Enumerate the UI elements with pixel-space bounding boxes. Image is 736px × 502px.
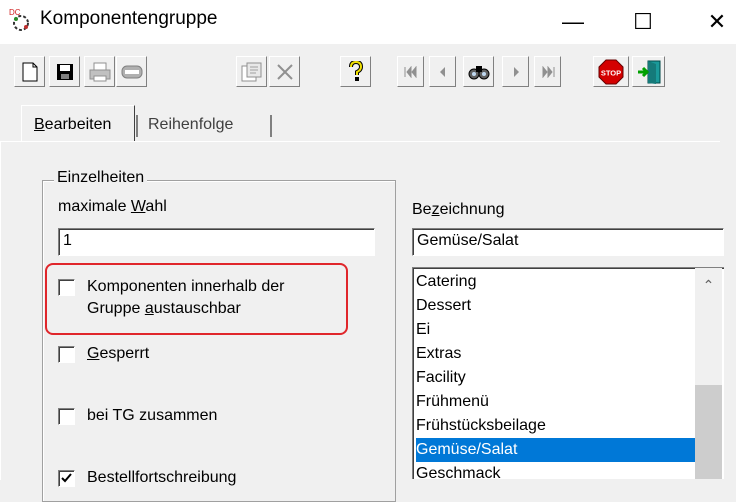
list-item[interactable]: Frühmenü — [416, 390, 696, 414]
tab-reihenfolge[interactable]: Reihenfolge — [148, 116, 233, 134]
list-item[interactable]: Dessert — [416, 294, 696, 318]
exchangeable-label-line2-post: ustauschbar — [153, 300, 241, 317]
details-group-title: Einzelheiten — [54, 169, 148, 187]
max-choice-label-pre: maximale — [58, 198, 131, 215]
properties-icon — [241, 62, 261, 81]
exchangeable-label-line1: Komponenten innerhalb der — [87, 278, 285, 295]
tab-separator-end — [270, 115, 272, 137]
order-continuation-label: Bestellfortschreibung — [87, 469, 237, 486]
description-listbox[interactable]: Catering Dessert Ei Extras Facility Früh… — [412, 267, 724, 479]
app-icon: DC — [9, 8, 29, 31]
exchangeable-checkbox[interactable] — [58, 279, 75, 296]
minimize-button[interactable]: — — [550, 0, 596, 44]
print-icon — [89, 62, 110, 81]
close-button[interactable]: ✕ — [694, 0, 736, 44]
find-icon — [468, 65, 489, 79]
new-document-icon — [22, 62, 37, 81]
title-bar: DC Komponentengruppe — ☐ ✕ — [0, 0, 736, 44]
stop-button[interactable]: STOP — [593, 56, 629, 87]
print-button[interactable] — [84, 56, 115, 87]
list-item[interactable]: Catering — [416, 270, 696, 294]
stop-icon-text: STOP — [601, 68, 621, 77]
list-item-selected[interactable]: Gemüse/Salat — [416, 438, 696, 462]
locked-label-rest: esperrt — [99, 345, 150, 362]
stop-icon: STOP — [598, 59, 624, 84]
first-record-button[interactable] — [397, 56, 424, 87]
save-button[interactable] — [49, 56, 80, 87]
chevron-up-icon: ⌃ — [702, 276, 715, 293]
list-item[interactable]: Facility — [416, 366, 696, 390]
tg-together-checkbox[interactable] — [58, 408, 75, 425]
locked-checkbox[interactable] — [58, 346, 75, 363]
next-record-icon — [513, 66, 519, 77]
scroll-up-button[interactable]: ⌃ — [695, 270, 722, 300]
preview-icon — [121, 65, 142, 78]
description-label-post: eichnung — [439, 201, 505, 218]
exit-button[interactable] — [632, 56, 665, 87]
properties-button[interactable] — [236, 56, 267, 87]
new-button[interactable] — [14, 56, 45, 87]
preview-button[interactable] — [116, 56, 147, 87]
previous-record-icon — [439, 66, 445, 77]
max-choice-label: maximale Wahl — [58, 198, 167, 216]
tab-bearbeiten-label: earbeiten — [44, 116, 112, 133]
description-accesskey: z — [431, 201, 440, 218]
description-label: Bezeichnung — [412, 201, 505, 219]
max-choice-input[interactable]: 1 — [58, 228, 375, 256]
description-input[interactable]: Gemüse/Salat — [412, 228, 724, 256]
previous-record-button[interactable] — [429, 56, 456, 87]
find-button[interactable] — [463, 56, 494, 87]
list-item[interactable]: Extras — [416, 342, 696, 366]
tab-bearbeiten-accesskey: B — [34, 116, 45, 133]
maximize-button[interactable]: ☐ — [620, 0, 666, 44]
list-item[interactable]: Ei — [416, 318, 696, 342]
last-record-icon — [542, 65, 554, 78]
first-record-icon — [404, 65, 416, 78]
delete-button[interactable] — [269, 56, 300, 87]
max-choice-accesskey: W — [130, 198, 146, 215]
scroll-thumb[interactable] — [695, 385, 722, 479]
help-button[interactable] — [340, 56, 371, 87]
list-item[interactable]: Geschmack — [416, 462, 696, 479]
toolbar: STOP — [0, 44, 736, 100]
exit-icon — [637, 60, 660, 84]
exchangeable-label-line2-pre: Gruppe — [87, 300, 145, 317]
description-label-pre: Be — [412, 201, 432, 218]
tab-separator — [136, 115, 138, 137]
exchangeable-label: Komponenten innerhalb der Gruppe austaus… — [87, 276, 284, 320]
delete-icon — [276, 63, 293, 80]
list-item[interactable]: Frühstücksbeilage — [416, 414, 696, 438]
help-icon — [348, 60, 363, 81]
save-icon — [56, 63, 73, 80]
exchangeable-accesskey: a — [144, 300, 154, 317]
locked-label: Gesperrt — [87, 343, 149, 365]
tg-together-label: bei TG zusammen — [87, 407, 218, 424]
last-record-button[interactable] — [534, 56, 561, 87]
next-record-button[interactable] — [502, 56, 529, 87]
tab-bearbeiten[interactable]: Bearbeiten — [34, 116, 111, 134]
window-title: Komponentengruppe — [40, 8, 218, 29]
locked-accesskey: G — [87, 345, 100, 362]
max-choice-label-post: ahl — [145, 198, 167, 215]
